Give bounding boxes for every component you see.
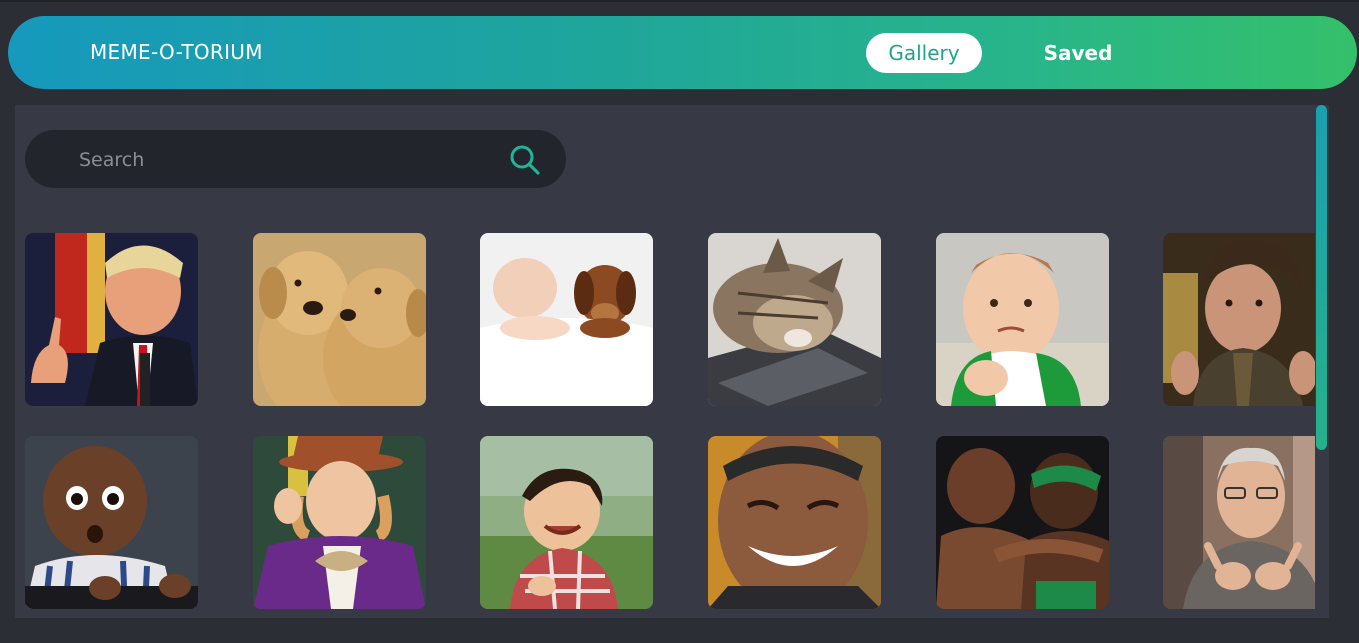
nav-saved-tab[interactable]: Saved [1028,33,1128,73]
meme-tile[interactable] [25,436,198,609]
meme-image [1163,233,1315,406]
search-bar [25,130,566,188]
bottom-background [0,618,1359,643]
meme-image [25,436,198,609]
meme-image [936,436,1109,609]
meme-tile[interactable] [708,233,881,406]
meme-tile[interactable] [253,436,426,609]
meme-tile[interactable] [708,436,881,609]
meme-tile[interactable] [480,436,653,609]
meme-image [480,233,653,406]
scrollbar-thumb[interactable] [1316,105,1327,450]
meme-image [1163,436,1315,609]
search-icon[interactable] [508,143,542,177]
meme-image [936,233,1109,406]
meme-image [253,436,426,609]
top-border [0,0,1359,2]
meme-image [25,233,198,406]
meme-tile[interactable] [25,233,198,406]
meme-image [708,436,881,609]
meme-tile[interactable] [1163,436,1315,609]
app-title: MEME-O-TORIUM [90,40,263,64]
meme-image [253,233,426,406]
search-input[interactable] [77,144,501,176]
meme-tile[interactable] [936,233,1109,406]
meme-tile[interactable] [480,233,653,406]
app-window: MEME-O-TORIUM Gallery Saved [0,0,1359,643]
meme-tile[interactable] [936,436,1109,609]
meme-tile[interactable] [253,233,426,406]
nav-gallery-tab[interactable]: Gallery [866,33,982,73]
meme-tile[interactable] [1163,233,1315,406]
gallery-panel [15,105,1315,618]
meme-image [708,233,881,406]
header-bar: MEME-O-TORIUM Gallery Saved [8,16,1357,89]
meme-image [480,436,653,609]
